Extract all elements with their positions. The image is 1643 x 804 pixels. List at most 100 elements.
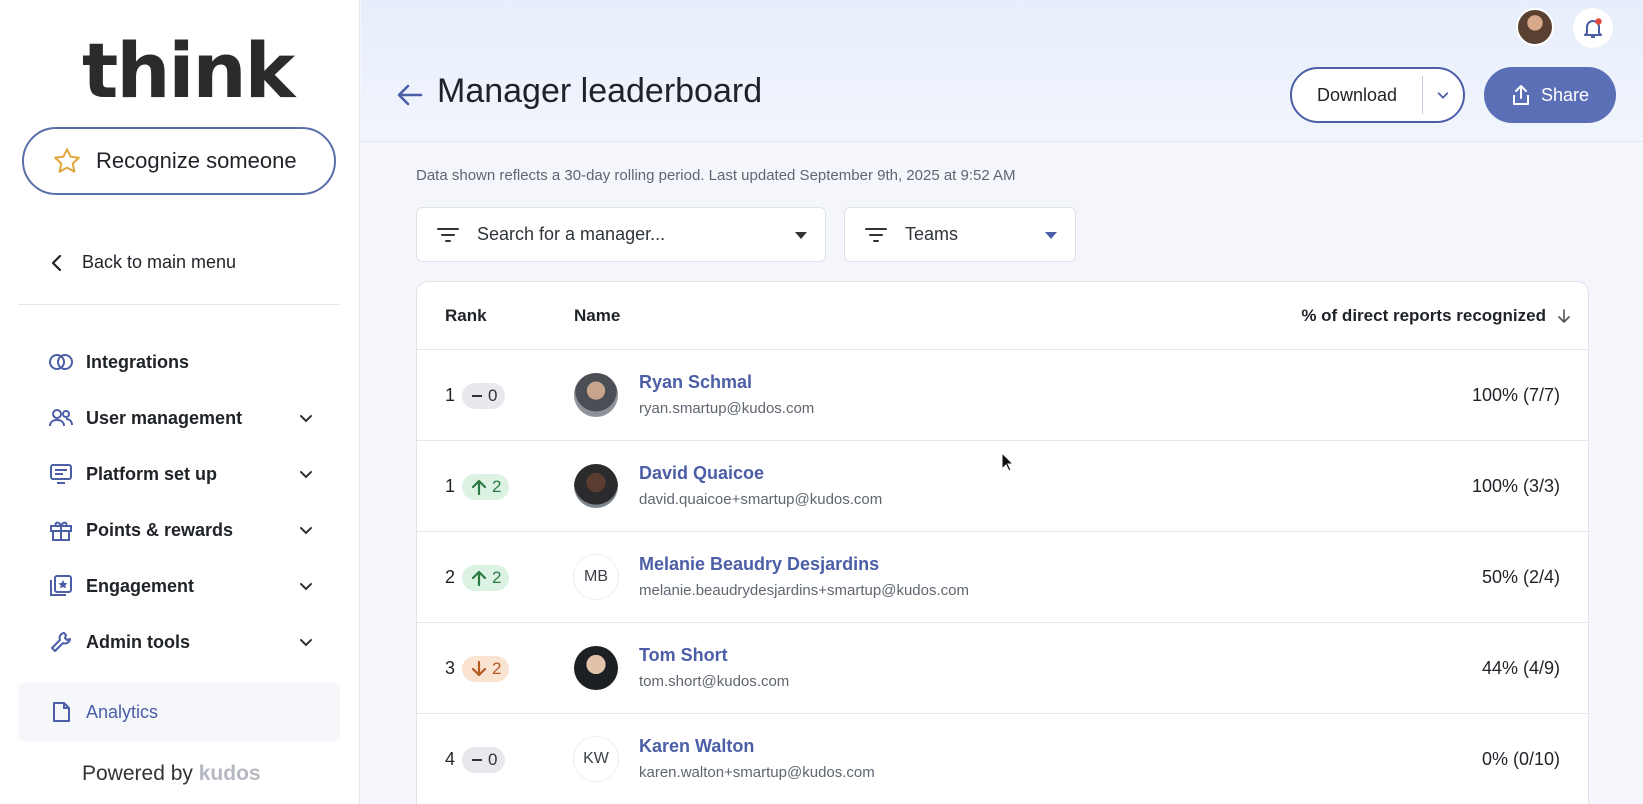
data-period-notice: Data shown reflects a 30-day rolling per…: [416, 167, 1016, 184]
column-header-rank: Rank: [445, 306, 487, 325]
pct-recognized-value: 50% (2/4): [1481, 567, 1560, 587]
page-header: Manager leaderboard Download Share: [361, 0, 1643, 142]
teams-dropdown[interactable]: Teams: [844, 207, 1076, 262]
manager-search-dropdown[interactable]: Search for a manager...: [416, 207, 826, 262]
user-avatar[interactable]: [1516, 8, 1554, 46]
arrow-up-icon: [471, 479, 487, 496]
arrow-left-icon[interactable]: [395, 80, 425, 110]
rank-change-badge: 2: [462, 474, 510, 500]
manager-search-placeholder: Search for a manager...: [477, 224, 666, 244]
sidebar-item-user-management[interactable]: User management: [18, 391, 340, 445]
rank-number: 1: [445, 476, 456, 496]
sidebar-item-label: Analytics: [86, 701, 159, 722]
sidebar-divider: [18, 304, 340, 305]
document-icon: [48, 700, 74, 724]
table-row: 2 2 MB Melanie Beaudry Desjardins melani…: [417, 532, 1588, 623]
rank-change-value: 2: [492, 659, 502, 678]
rank-change-badge: 0: [462, 747, 506, 773]
download-button[interactable]: Download: [1290, 67, 1465, 123]
arrow-down-icon: [471, 660, 487, 677]
share-label: Share: [1540, 84, 1590, 105]
caret-down-icon: [795, 232, 807, 239]
rings-icon: [48, 350, 74, 374]
avatar-initials: KW: [574, 737, 618, 781]
mouse-cursor-icon: [1001, 452, 1015, 472]
sidebar-item-label: Integrations: [86, 351, 190, 372]
sidebar-item-label: Points & rewards: [86, 519, 234, 540]
dash-icon: [472, 759, 482, 761]
manager-email: karen.walton+smartup@kudos.com: [639, 764, 875, 781]
sidebar-item-platform-set-up[interactable]: Platform set up: [18, 447, 340, 501]
gift-icon: [48, 518, 74, 542]
back-to-main-menu-link[interactable]: Back to main menu: [50, 252, 236, 273]
arrow-up-icon: [471, 570, 487, 587]
recognize-someone-button[interactable]: Recognize someone: [22, 127, 336, 195]
rank-change-badge: 2: [462, 656, 510, 682]
table-header: Rank Name % of direct reports recognized: [417, 282, 1588, 350]
chevron-down-icon: [300, 583, 312, 591]
chevron-down-icon: [300, 415, 312, 423]
rank-change-badge: 2: [462, 565, 510, 591]
rank-change-value: 2: [492, 477, 502, 496]
pct-recognized-value: 100% (7/7): [1471, 385, 1560, 405]
rank-number: 3: [445, 658, 456, 678]
rank-change-badge: 0: [462, 383, 506, 409]
kudos-brand: kudos: [198, 762, 261, 785]
avatar-initials: MB: [574, 555, 618, 599]
back-to-main-menu-label: Back to main menu: [82, 252, 237, 272]
manager-email: melanie.beaudrydesjardins+smartup@kudos.…: [639, 582, 969, 599]
rank-number: 2: [445, 567, 456, 587]
manager-name-link[interactable]: Melanie Beaudry Desjardins: [639, 554, 879, 575]
rank-change-value: 0: [488, 386, 498, 405]
page-title: Manager leaderboard: [437, 72, 763, 110]
avatar: [574, 373, 618, 417]
notifications-button[interactable]: [1573, 8, 1613, 48]
sidebar-item-admin-tools[interactable]: Admin tools: [18, 615, 340, 669]
table-row: 4 0 KW Karen Walton karen.walton+smartup…: [417, 714, 1588, 804]
leaderboard-table: Rank Name % of direct reports recognized…: [416, 281, 1589, 804]
avatar: [574, 646, 618, 690]
sidebar-item-label: User management: [86, 407, 243, 428]
table-row: 3 2 Tom Short tom.short@kudos.com 44% (4…: [417, 623, 1588, 714]
manager-email: ryan.smartup@kudos.com: [639, 400, 815, 417]
download-label: Download: [1316, 84, 1398, 105]
manager-email: tom.short@kudos.com: [639, 673, 790, 690]
chevron-left-icon: [51, 254, 62, 271]
pct-recognized-value: 100% (3/3): [1471, 476, 1560, 496]
rank-number: 4: [445, 749, 456, 769]
app-logo: think: [82, 26, 295, 115]
rank-change-value: 0: [488, 750, 498, 769]
manager-name-link[interactable]: Tom Short: [639, 645, 728, 666]
sort-descending-icon[interactable]: [1556, 308, 1572, 324]
powered-by: Powered by kudos: [82, 762, 261, 786]
share-icon: [1512, 85, 1529, 105]
dash-icon: [472, 395, 482, 397]
pct-recognized-value: 0% (0/10): [1481, 749, 1560, 769]
star-icon: [54, 148, 80, 173]
sidebar-item-points-rewards[interactable]: Points & rewards: [18, 503, 340, 557]
manager-email: david.quaicoe+smartup@kudos.com: [639, 491, 883, 508]
sidebar-item-label: Admin tools: [86, 631, 190, 652]
download-options-button[interactable]: [1423, 88, 1463, 102]
chevron-down-icon: [300, 471, 312, 479]
share-button[interactable]: Share: [1484, 67, 1616, 123]
caret-down-icon: [1045, 232, 1057, 239]
chevron-down-icon: [300, 527, 312, 535]
filter-icon: [437, 227, 459, 242]
avatar: [574, 464, 618, 508]
manager-name-link[interactable]: Karen Walton: [639, 736, 754, 757]
bell-icon: [1584, 18, 1602, 38]
manager-name-link[interactable]: David Quaicoe: [639, 463, 764, 484]
sidebar-item-engagement[interactable]: Engagement: [18, 559, 340, 613]
manager-name-link[interactable]: Ryan Schmal: [639, 372, 752, 393]
users-icon: [48, 406, 74, 430]
column-header-pct-recognized[interactable]: % of direct reports recognized: [1301, 306, 1546, 326]
column-header-name: Name: [574, 306, 621, 325]
sidebar-item-analytics[interactable]: Analytics: [18, 683, 340, 741]
sidebar-item-label: Engagement: [86, 575, 195, 596]
sidebar-item-integrations[interactable]: Integrations: [18, 335, 340, 389]
filter-icon: [865, 227, 887, 242]
table-row: 1 0 Ryan Schmal ryan.smartup@kudos.com 1…: [417, 350, 1588, 441]
star-card-icon: [48, 574, 74, 598]
powered-by-prefix: Powered by: [82, 762, 193, 785]
